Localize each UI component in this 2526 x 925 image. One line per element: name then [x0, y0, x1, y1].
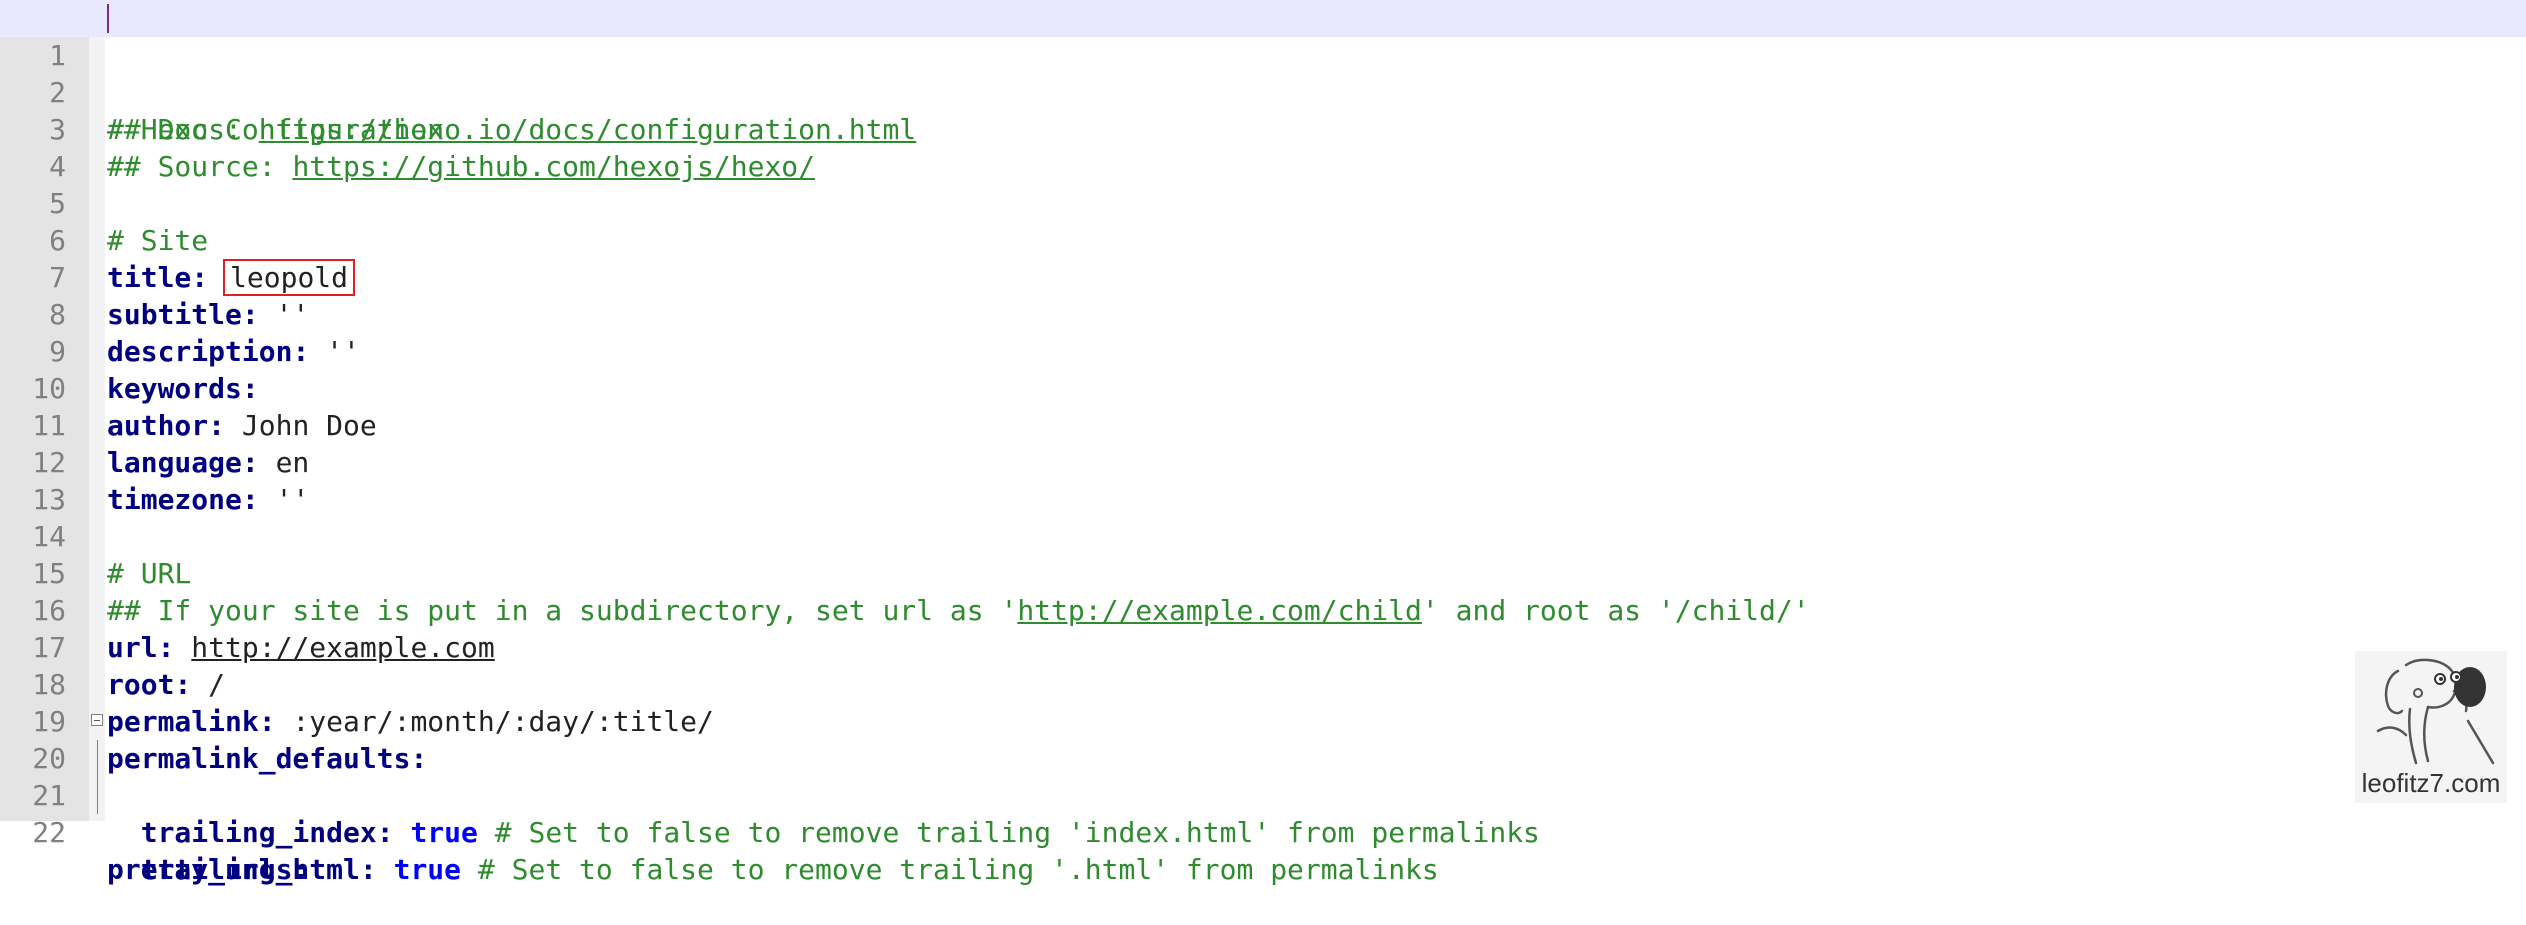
code-line-5[interactable]: 5 # Site [0, 148, 2526, 257]
code-line-12[interactable]: 12 timezone: '' [0, 407, 2526, 516]
code-line-4[interactable]: 4 [0, 111, 2526, 183]
code-line-2[interactable]: 2 ## Docs: https://hexo.io/docs/configur… [0, 37, 2526, 146]
code-line-3[interactable]: 3 ## Source: https://github.com/hexojs/h… [0, 74, 2526, 183]
code-line-20[interactable]: 20 pretty_urls: [0, 703, 2526, 886]
key-colon: : [359, 853, 377, 886]
boolean-value: true [393, 853, 462, 886]
code-line-6[interactable]: 6 title: leopold [0, 185, 2526, 296]
line-number: 22 [32, 816, 66, 849]
code-line-9[interactable]: 9 keywords: [0, 296, 2526, 405]
code-line-21[interactable]: 21 trailing_index: true # Set to false t… [0, 740, 2526, 849]
watermark-text: leofitz7.com [2361, 768, 2501, 798]
code-line-15[interactable]: 15 ## If your site is put in a subdirect… [0, 518, 2526, 627]
code-editor[interactable]: 1 # Hexo Configuration 2 ## Docs: https:… [0, 0, 2526, 886]
config-entry: trailing_html: true # Set to false to re… [107, 851, 1439, 888]
inline-comment: # Set to false to remove trailing '.html… [477, 853, 1439, 886]
fold-toggle-icon[interactable] [91, 714, 103, 726]
code-line-16[interactable]: 16 url: http://example.com [0, 555, 2526, 664]
config-entry: trailing_index: true # Set to false to r… [107, 814, 1540, 851]
code-line-10[interactable]: 10 author: John Doe [0, 333, 2526, 442]
config-key: trailing_html [140, 853, 360, 886]
code-line-17[interactable]: 17 root: / [0, 592, 2526, 701]
code-line-13[interactable]: 13 [0, 444, 2526, 516]
text-caret [107, 4, 109, 33]
code-line-7[interactable]: 7 subtitle: '' [0, 222, 2526, 331]
code-line-22[interactable]: 22 trailing_html: true # Set to false to… [0, 777, 2526, 886]
code-line-19[interactable]: 19 permalink_defaults: [0, 666, 2526, 775]
code-line-18[interactable]: 18 permalink: :year/:month/:day/:title/ [0, 629, 2526, 738]
code-line-14[interactable]: 14 # URL [0, 481, 2526, 590]
code-area[interactable]: 1 # Hexo Configuration 2 ## Docs: https:… [0, 0, 2526, 886]
dog-logo-icon [2376, 658, 2495, 765]
code-line-8[interactable]: 8 description: '' [0, 259, 2526, 368]
code-line-1[interactable]: 1 # Hexo Configuration [0, 0, 2526, 146]
code-line-11[interactable]: 11 language: en [0, 370, 2526, 479]
